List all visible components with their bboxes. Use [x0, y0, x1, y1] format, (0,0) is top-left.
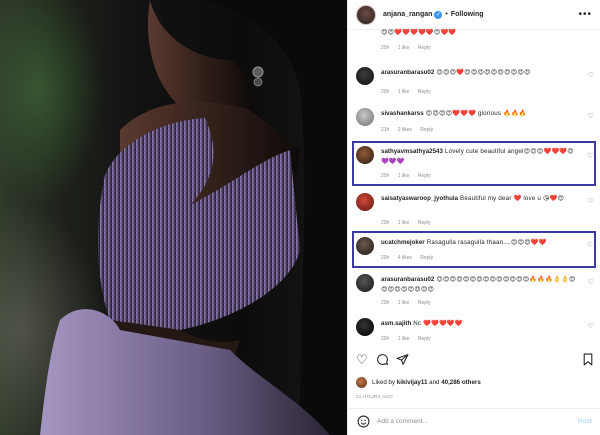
comment-meta: 20h 1 like Reply — [381, 173, 438, 179]
comment-text: sivashankarss 😍😍😍😍❤️❤️❤️ glorious 🔥🔥🔥 — [381, 110, 527, 117]
comment-like-icon[interactable]: ♡ — [588, 322, 594, 330]
comment-time: 20h — [381, 336, 390, 342]
action-bar: ♡ — [356, 351, 594, 373]
comment-time: 20h — [381, 220, 390, 226]
comment-text: arasuranbarasu02 😍😍😍❤️😍😍😍😍😍😍😍😍😍😍 — [381, 69, 531, 76]
comment-like-icon[interactable]: ♡ — [588, 278, 594, 286]
comment-likes[interactable]: 1 like — [398, 300, 410, 306]
commenter-avatar[interactable] — [356, 146, 374, 164]
comment-like-icon[interactable]: ♡ — [587, 241, 593, 249]
reply-button[interactable]: Reply — [418, 220, 431, 226]
post-timestamp[interactable]: 21 HOURS AGO — [356, 394, 393, 399]
comment-input[interactable]: Add a comment... — [377, 418, 428, 425]
comment-text: asm.sajith Nc ❤️❤️❤️❤️❤️ — [381, 320, 463, 327]
reply-button[interactable]: Reply — [418, 173, 431, 179]
post-side-panel: anjana_rangan ✓ • Following ••• 😍😍❤️❤️❤️… — [347, 0, 600, 435]
commenter-avatar[interactable] — [356, 318, 374, 336]
comment-like-icon[interactable]: ♡ — [588, 197, 594, 205]
following-button[interactable]: Following — [451, 11, 484, 18]
commenter-username[interactable]: sivashankarss — [381, 110, 424, 117]
likes-others-link[interactable]: 40,286 others — [441, 379, 481, 386]
post-photo — [0, 0, 347, 435]
author-username[interactable]: anjana_rangan — [383, 11, 432, 18]
comment-text: sathyavmsathya2543 Lovely cute beautiful … — [381, 148, 574, 165]
add-comment-bar: Add a comment... Post — [348, 408, 600, 435]
comment-item: asm.sajith Nc ❤️❤️❤️❤️❤️ 20h 1 like Reply… — [356, 318, 594, 348]
reply-button[interactable]: Reply — [420, 127, 433, 133]
comment-icon[interactable] — [376, 353, 389, 369]
comment-like-icon[interactable]: ♡ — [588, 71, 594, 79]
reply-button[interactable]: Reply — [418, 300, 431, 306]
comment-likes[interactable]: 2 likes — [398, 127, 412, 133]
comment-text: ucatchmejoker Rasagulla rasagulla thaan..… — [381, 239, 547, 246]
comment-item: 😍😍❤️❤️❤️❤️❤️😍❤️❤️ 20h 1 like Reply — [356, 22, 594, 54]
liker-avatar[interactable] — [356, 377, 367, 388]
comment-item: sathyavmsathya2543 Lovely cute beautiful … — [356, 146, 594, 182]
commenter-username[interactable]: asm.sajith — [381, 320, 411, 327]
comment-item: arasuranbarasu02 😍😍😍❤️😍😍😍😍😍😍😍😍😍😍 20h 1 li… — [356, 67, 594, 101]
post-photo-illustration — [40, 0, 347, 435]
bookmark-icon[interactable] — [582, 353, 594, 369]
comment-time: 20h — [381, 173, 390, 179]
verified-badge-icon: ✓ — [434, 10, 443, 19]
commenter-username[interactable]: ucatchmejoker — [381, 239, 425, 246]
likes-conjunction: and — [429, 379, 440, 386]
reply-button[interactable]: Reply — [418, 45, 431, 51]
commenter-username[interactable]: arasuranbarasu02 — [381, 276, 434, 283]
comment-meta: 20h 1 like Reply — [381, 89, 438, 95]
comment-meta: 21h 2 likes Reply — [381, 127, 440, 133]
comment-time: 20h — [381, 45, 390, 51]
likes-summary: Liked by kikivijay11 and 40,286 others — [356, 377, 596, 388]
reply-button[interactable]: Reply — [418, 336, 431, 342]
likes-prefix: Liked by — [372, 379, 396, 386]
comment-time: 20h — [381, 255, 390, 261]
comment-time: 21h — [381, 127, 390, 133]
heart-outline-icon[interactable]: ♡ — [356, 353, 368, 367]
comment-likes[interactable]: 1 like — [398, 89, 410, 95]
comment-likes[interactable]: 1 like — [398, 45, 410, 51]
comment-text: 😍😍❤️❤️❤️❤️❤️😍❤️❤️ — [381, 29, 457, 36]
reply-button[interactable]: Reply — [420, 255, 433, 261]
commenter-username[interactable]: arasuranbarasu02 — [381, 69, 434, 76]
comment-meta: 20h 1 like Reply — [381, 300, 438, 306]
comment-item: saisatyaswaroop_jyothula Beautiful my dea… — [356, 193, 594, 231]
comment-meta: 20h 1 like Reply — [381, 220, 438, 226]
commenter-avatar[interactable] — [356, 274, 374, 292]
comment-item: ucatchmejoker Rasagulla rasagulla thaan..… — [356, 237, 594, 265]
paper-plane-icon[interactable] — [396, 353, 409, 369]
comment-likes[interactable]: 1 like — [398, 220, 410, 226]
comment-like-icon[interactable]: ♡ — [587, 152, 593, 160]
commenter-username[interactable]: sathyavmsathya2543 — [381, 148, 443, 155]
separator-dot: • — [445, 11, 448, 18]
post-comment-button[interactable]: Post — [578, 418, 592, 425]
comment-likes[interactable]: 1 like — [398, 336, 410, 342]
comment-text: arasuranbarasu02 😍😍😍😍😍😍😍😍😍😍😍😍😍😍🔥🔥🔥👌👌😍😍😍😍😍… — [381, 276, 576, 293]
comment-meta: 20h 1 like Reply — [381, 336, 438, 342]
comment-likes[interactable]: 4 likes — [398, 255, 412, 261]
commenter-avatar[interactable] — [356, 237, 374, 255]
comment-item: arasuranbarasu02 😍😍😍😍😍😍😍😍😍😍😍😍😍😍🔥🔥🔥👌👌😍😍😍😍😍… — [356, 274, 594, 312]
comment-likes[interactable]: 1 like — [398, 173, 410, 179]
commenter-avatar[interactable] — [356, 193, 374, 211]
commenter-avatar[interactable] — [356, 67, 374, 85]
smiley-icon[interactable] — [357, 415, 370, 430]
comment-text: saisatyaswaroop_jyothula Beautiful my dea… — [381, 195, 565, 202]
comment-time: 20h — [381, 89, 390, 95]
reply-button[interactable]: Reply — [418, 89, 431, 95]
comment-item: sivashankarss 😍😍😍😍❤️❤️❤️ glorious 🔥🔥🔥 21h… — [356, 108, 594, 138]
comment-meta: 20h 4 likes Reply — [381, 255, 440, 261]
commenter-avatar[interactable] — [356, 108, 374, 126]
comment-time: 20h — [381, 300, 390, 306]
commenter-username[interactable]: saisatyaswaroop_jyothula — [381, 195, 458, 202]
liker-username[interactable]: kikivijay11 — [397, 379, 428, 386]
comment-meta: 20h 1 like Reply — [381, 45, 438, 51]
comment-like-icon[interactable]: ♡ — [588, 112, 594, 120]
more-options-icon[interactable]: ••• — [578, 9, 592, 20]
